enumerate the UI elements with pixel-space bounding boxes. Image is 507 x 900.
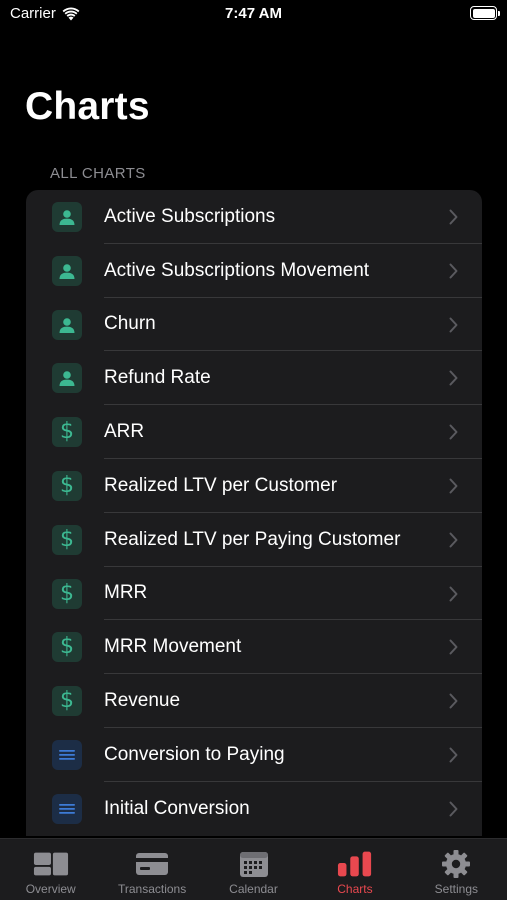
chart-list-item[interactable]: $ Revenue: [26, 674, 482, 728]
chart-list-item-label: Active Subscriptions Movement: [104, 259, 370, 281]
battery-icon: [470, 6, 500, 20]
lines-icon: [52, 793, 82, 824]
chevron-right-icon: [449, 424, 458, 440]
status-bar: Carrier 7:47 AM: [0, 0, 507, 30]
chart-list-item-label: MRR Movement: [104, 636, 242, 658]
tab-label: Overview: [25, 882, 76, 896]
chevron-right-icon: [449, 801, 458, 817]
dollar-icon: $: [52, 524, 82, 555]
chart-list-item[interactable]: Churn: [26, 298, 482, 352]
screen: Carrier 7:47 AM Charts ALL CHARTS Active…: [0, 0, 507, 900]
chart-list-item-label: ARR: [104, 421, 145, 443]
chart-list-item[interactable]: Initial Conversion: [26, 782, 482, 836]
gear-icon: [438, 849, 474, 879]
bar-chart-icon: [337, 849, 373, 879]
tab-settings[interactable]: Settings: [406, 839, 507, 900]
chart-list-item[interactable]: Active Subscriptions: [26, 190, 482, 244]
person-icon: [52, 255, 82, 286]
chart-list: Active Subscriptions Active Subscriptions…: [26, 190, 482, 836]
chart-list-item-label: MRR: [104, 582, 148, 604]
chart-list-item-label: Realized LTV per Customer: [104, 474, 338, 496]
tab-label: Settings: [434, 882, 478, 896]
dollar-icon: $: [52, 578, 82, 609]
chart-list-item-label: Revenue: [104, 690, 181, 712]
calendar-icon: [236, 849, 272, 879]
chevron-right-icon: [449, 747, 458, 763]
tab-overview[interactable]: Overview: [0, 839, 101, 900]
chevron-right-icon: [449, 693, 458, 709]
chart-list-item-label: Active Subscriptions: [104, 205, 276, 227]
chevron-right-icon: [449, 209, 458, 225]
chart-list-item[interactable]: Refund Rate: [26, 351, 482, 406]
dollar-icon: $: [52, 470, 82, 501]
chevron-right-icon: [449, 263, 458, 279]
page-title: Charts: [25, 85, 150, 128]
tab-label: Calendar: [229, 882, 278, 896]
chart-list-item[interactable]: Conversion to Paying: [26, 728, 482, 782]
clock: 7:47 AM: [225, 5, 282, 22]
chart-list-item-label: Conversion to Paying: [104, 743, 285, 765]
chart-list-item[interactable]: $ Realized LTV per Customer: [26, 459, 482, 513]
tab-label: Charts: [337, 882, 373, 896]
chart-list-item[interactable]: Active Subscriptions Movement: [26, 244, 482, 298]
lines-icon: [52, 739, 82, 770]
chevron-right-icon: [449, 317, 458, 333]
tab-bar: Overview Transactions Calendar Charts Settin…: [0, 838, 507, 900]
dollar-icon: $: [52, 686, 82, 717]
chart-list-item-label: Refund Rate: [104, 367, 211, 389]
tab-transactions[interactable]: Transactions: [101, 839, 202, 900]
person-icon: [52, 202, 82, 232]
chevron-right-icon: [449, 639, 458, 655]
chevron-right-icon: [449, 370, 458, 386]
chart-list-item-label: Realized LTV per Paying Customer: [104, 528, 401, 550]
chevron-right-icon: [449, 532, 458, 548]
chart-list-item[interactable]: $ Realized LTV per Paying Customer: [26, 513, 482, 567]
person-icon: [52, 309, 82, 340]
chart-list-item-label: Churn: [104, 313, 156, 335]
dollar-icon: $: [52, 632, 82, 663]
tab-label: Transactions: [117, 882, 187, 896]
chart-list-item[interactable]: $ MRR Movement: [26, 620, 482, 675]
chevron-right-icon: [449, 478, 458, 494]
tab-calendar[interactable]: Calendar: [203, 839, 304, 900]
chart-list-item[interactable]: $ ARR: [26, 405, 482, 459]
overview-icon: [33, 849, 69, 879]
chart-list-item[interactable]: $ MRR: [26, 567, 482, 621]
person-icon: [52, 363, 82, 394]
section-header: ALL CHARTS: [50, 165, 146, 182]
card-icon: [134, 849, 170, 879]
chevron-right-icon: [449, 586, 458, 602]
chart-list-item-label: Initial Conversion: [104, 797, 250, 819]
dollar-icon: $: [52, 417, 82, 448]
tab-charts[interactable]: Charts: [304, 839, 405, 900]
